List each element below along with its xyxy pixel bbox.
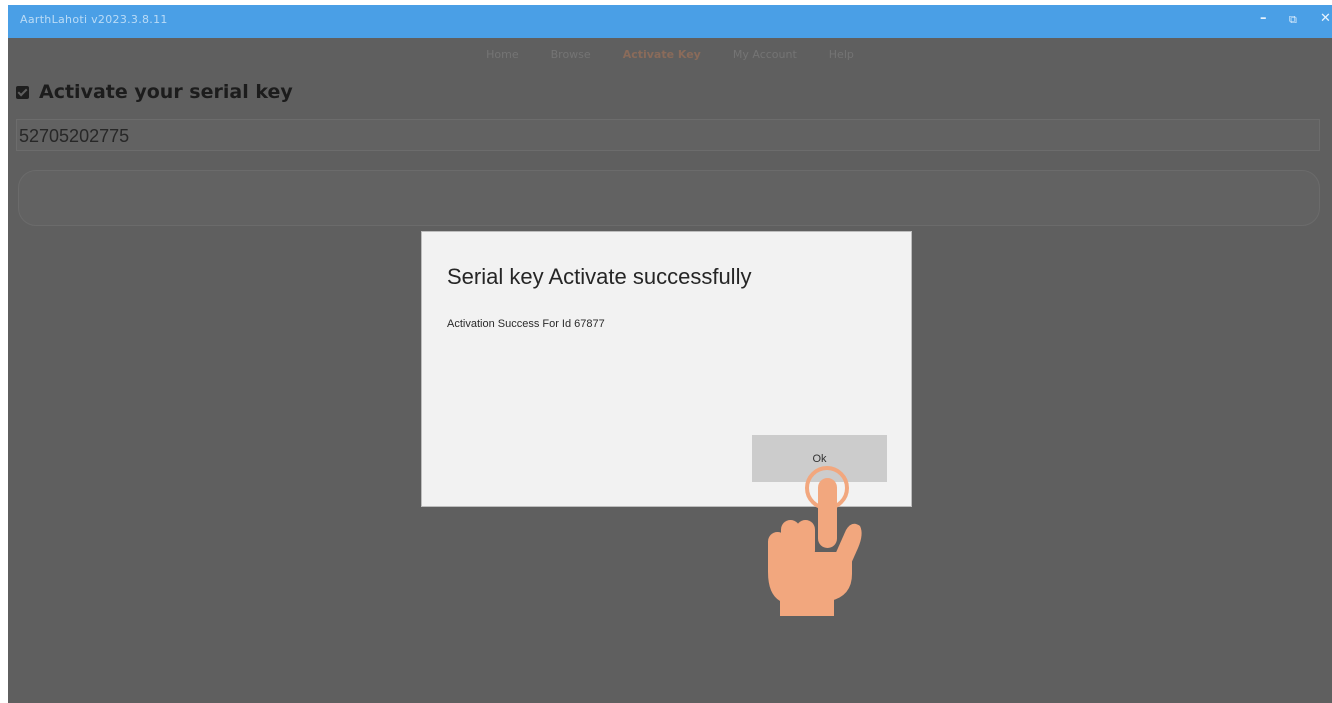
serial-key-input[interactable]: 52705202775 <box>16 119 1320 151</box>
activate-button-area[interactable] <box>18 170 1320 226</box>
wrist <box>780 596 834 616</box>
window-title: AarthLahoti v2023.3.8.11 <box>20 13 168 26</box>
dialog-message: Activation Success For Id 67877 <box>447 318 605 330</box>
nav-help[interactable]: Help <box>829 48 854 70</box>
minimize-button[interactable]: – <box>1260 11 1267 26</box>
nav-browse[interactable]: Browse <box>551 48 591 70</box>
maximize-button[interactable]: ⧉ <box>1289 13 1297 27</box>
dialog-heading: Serial key Activate successfully <box>447 264 752 289</box>
nav-home[interactable]: Home <box>486 48 518 70</box>
index-finger <box>818 478 837 548</box>
section-title: Activate your serial key <box>39 81 293 103</box>
title-bar: AarthLahoti v2023.3.8.11 – ⧉ ✕ <box>8 5 1332 38</box>
nav-activate-key[interactable]: Activate Key <box>623 48 701 70</box>
close-button[interactable]: ✕ <box>1320 11 1331 26</box>
checkbox-icon <box>16 85 29 99</box>
main-nav: Home Browse Activate Key My Account Help <box>8 48 1332 70</box>
palm <box>768 552 852 601</box>
section-heading: Activate your serial key <box>16 81 293 103</box>
tap-hand-icon <box>768 466 862 616</box>
nav-my-account[interactable]: My Account <box>733 48 797 70</box>
